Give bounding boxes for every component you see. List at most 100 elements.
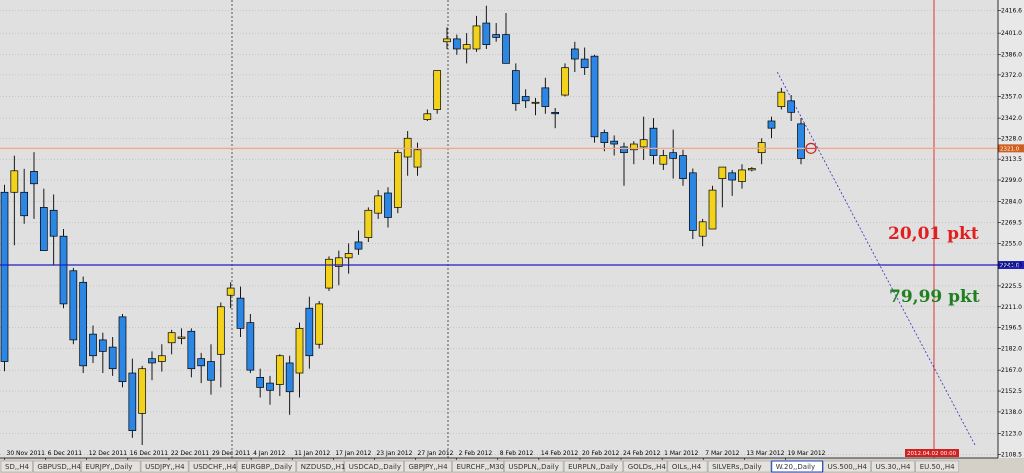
candle-body-bull (561, 67, 569, 96)
candle-body-bull (364, 209, 373, 238)
candle-body-bear (384, 192, 392, 218)
tab[interactable]: USDJPY,,H4 (140, 460, 189, 473)
candle-body-bear (187, 330, 196, 370)
tab[interactable]: USDCAD,,Daily (344, 460, 404, 473)
tab-label[interactable]: US.500,,H4 (828, 463, 868, 471)
candle-body-bear (600, 132, 609, 143)
y-tick-label: 2225.5 (1001, 283, 1022, 290)
y-tick-label: 2123.0 (1001, 431, 1022, 438)
tab-label[interactable]: W.20,,Daily (776, 463, 815, 471)
tab-label[interactable]: EURJPY,,Daily (85, 463, 132, 471)
tab-label[interactable]: US.30,,H4 (876, 463, 911, 471)
tab-label[interactable]: GBPJPY,,H4 (409, 463, 449, 471)
tab[interactable]: SD,,H4 (0, 460, 33, 473)
candle-body-bull (738, 169, 746, 182)
tab[interactable]: US.30,,H4 (871, 460, 915, 473)
tab[interactable]: EURGBP,,Daily (236, 460, 297, 473)
tab[interactable]: USDPLN,,Daily (504, 460, 564, 473)
y-tick-label: 2313.5 (1001, 156, 1022, 163)
candle-body-bear (492, 34, 501, 38)
candle-body-bear (148, 358, 156, 364)
tab[interactable]: OILs,,H4 (667, 460, 708, 473)
tab[interactable]: USDCHF,,H4 (188, 460, 237, 473)
tab[interactable]: GOLDs,,H4 (623, 460, 668, 473)
candle-body-bear (787, 100, 796, 113)
candle-body-bear (610, 140, 619, 145)
candle (797, 118, 805, 165)
x-tick-label: 19 Mar 2012 (787, 450, 825, 457)
tab[interactable]: EURJPY,,Daily (81, 460, 141, 473)
symbol-tabs[interactable]: SD,,H4 GBPUSD,,H4 EURJPY,,Daily USDJPY,,H4 U… (0, 460, 1024, 473)
candle-body-bear (39, 207, 48, 251)
candle-body-bull (462, 44, 471, 50)
tab[interactable]: EURPLN,,Daily (563, 460, 624, 473)
tab-label[interactable]: EU.50,,H4 (920, 463, 955, 471)
candle-body-bear (521, 96, 530, 102)
candle-body-bear (256, 376, 265, 388)
tab[interactable]: SILVERs,,Daily (707, 460, 771, 473)
candle-body-bear (207, 361, 215, 381)
candle (561, 63, 569, 97)
tab[interactable]: GBPUSD,,H4 (33, 460, 82, 473)
candle-body-bull (226, 287, 235, 296)
tab-label[interactable]: EURCHF,,M30 (457, 463, 505, 471)
candle-body-bear (79, 281, 88, 367)
candle-body-bear (511, 70, 520, 105)
candle-body-bear (128, 372, 137, 431)
vline-tag-label: 2012.04.02 00:00 (907, 451, 957, 457)
x-tick-label: 30 Nov 2011 (7, 450, 46, 457)
price-chart[interactable]: 2012.04.02 00:00 2321.0 2240.0 2416.6 2401… (0, 0, 1024, 473)
y-tick-label: 2328.0 (1001, 135, 1022, 142)
x-tick-label: 2 Feb 2012 (459, 450, 493, 457)
tab[interactable]: EURCHF,,M30 (452, 460, 505, 473)
tab-label[interactable]: USDCAD,,Daily (349, 463, 401, 471)
tab[interactable]: EU.50,,H4 (915, 460, 960, 473)
x-tick-label: 1 Mar 2012 (664, 450, 698, 457)
candle (688, 168, 697, 240)
candle-body-bull (344, 253, 353, 259)
tab-label[interactable]: USDPLN,,Daily (508, 463, 558, 471)
tab-label[interactable]: GBPUSD,,H4 (37, 463, 81, 471)
tab-label[interactable]: SILVERs,,Daily (712, 463, 762, 471)
candle-body-bull (138, 368, 147, 414)
x-tick-label: 12 Dec 2011 (89, 450, 128, 457)
x-tick-label: 22 Dec 2011 (171, 450, 210, 457)
tab[interactable]: NZDUSD,,H1 (296, 460, 346, 473)
candle-body-bear (266, 382, 274, 391)
candle-body-bear (246, 322, 255, 371)
candle-body-bull (167, 332, 176, 344)
y-tick-label: 2342.0 (1001, 115, 1022, 122)
candle-body-bear (482, 22, 491, 45)
candle-body-bull (423, 113, 432, 120)
candle-body-bull (433, 70, 442, 110)
tab-label[interactable]: EURGBP,,Daily (241, 463, 292, 471)
candle-body-bull (747, 168, 756, 171)
candle-body-bear (305, 307, 314, 357)
tab[interactable]: US.500,,H4 (823, 460, 871, 473)
candle-body-bear (0, 191, 9, 362)
x-tick-label: 20 Feb 2012 (582, 450, 620, 457)
tab-label[interactable]: OILs,,H4 (672, 463, 702, 471)
candle-body-bull (659, 155, 668, 165)
candle (325, 256, 333, 291)
candle-body-bull (10, 170, 19, 193)
y-tick-label: 2401.0 (1001, 30, 1022, 37)
candle-body-bull (639, 139, 648, 148)
candle (0, 184, 9, 372)
candle-body-bull (325, 258, 333, 289)
tab[interactable]: GBPJPY,,H4 (404, 460, 452, 473)
candle-body-bear (502, 34, 510, 64)
tab-active[interactable]: W.20,,Daily (771, 460, 824, 473)
candle-body-bear (649, 127, 658, 156)
annotation-label: 79,99 pkt (889, 287, 980, 307)
tab-label[interactable]: GOLDs,,H4 (628, 463, 667, 471)
candle-body-bull (295, 328, 304, 374)
tab-label[interactable]: SD,,H4 (5, 463, 30, 471)
candle-body-bull (472, 25, 481, 50)
tab-label[interactable]: USDCHF,,H4 (193, 463, 237, 471)
tab-label[interactable]: USDJPY,,H4 (145, 463, 185, 471)
tab-label[interactable]: NZDUSD,,H1 (301, 463, 346, 471)
tab-label[interactable]: EURPLN,,Daily (568, 463, 618, 471)
candle-body-bear (108, 346, 117, 370)
candle-body-bear (59, 235, 68, 305)
